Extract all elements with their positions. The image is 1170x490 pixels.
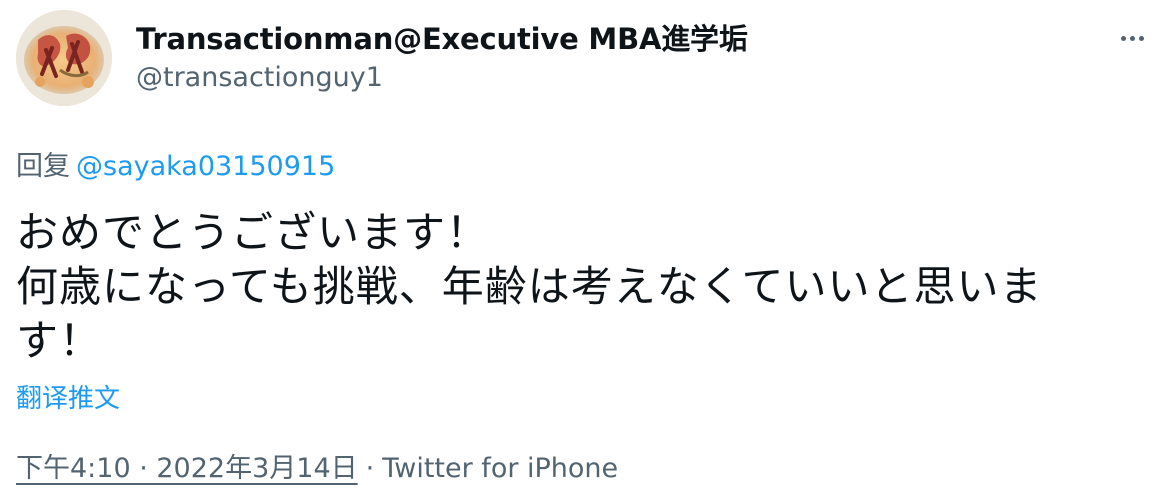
- avatar-icon: [16, 10, 112, 106]
- reply-prefix: 回复: [16, 151, 70, 182]
- tweet-source[interactable]: Twitter for iPhone: [382, 453, 618, 484]
- avatar[interactable]: [16, 10, 112, 106]
- tweet-text-line: おめでとうございます！: [16, 208, 490, 257]
- more-options-icon: [1120, 35, 1126, 41]
- meta-separator: ·: [365, 453, 375, 484]
- display-name[interactable]: Transactionman@Executive MBA進学垢: [136, 16, 748, 58]
- tweet-timestamp-link[interactable]: 下午4:10 · 2022年3月14日: [16, 453, 358, 484]
- tweet-text-line: す！: [16, 316, 103, 365]
- tweet-text-line: 何歳になっても挑戦、年齢は考えなくていいと思いま: [16, 262, 1043, 311]
- tweet-card: Transactionman@Executive MBA進学垢 @transac…: [0, 0, 1170, 490]
- reply-context: 回复 @sayaka03150915: [16, 144, 335, 183]
- user-handle[interactable]: @transactionguy1: [136, 62, 383, 93]
- tweet-meta: 下午4:10 · 2022年3月14日 · Twitter for iPhone: [16, 446, 618, 485]
- translate-tweet-link[interactable]: 翻译推文: [16, 378, 120, 415]
- more-options-button[interactable]: [1112, 18, 1152, 58]
- reply-mention-link[interactable]: @sayaka03150915: [76, 151, 335, 182]
- tweet-text: おめでとうございます！ 何歳になっても挑戦、年齢は考えなくていいと思いま す！: [16, 206, 1136, 368]
- more-options-icon-dot: [1138, 35, 1144, 41]
- more-options-icon-dot: [1129, 35, 1135, 41]
